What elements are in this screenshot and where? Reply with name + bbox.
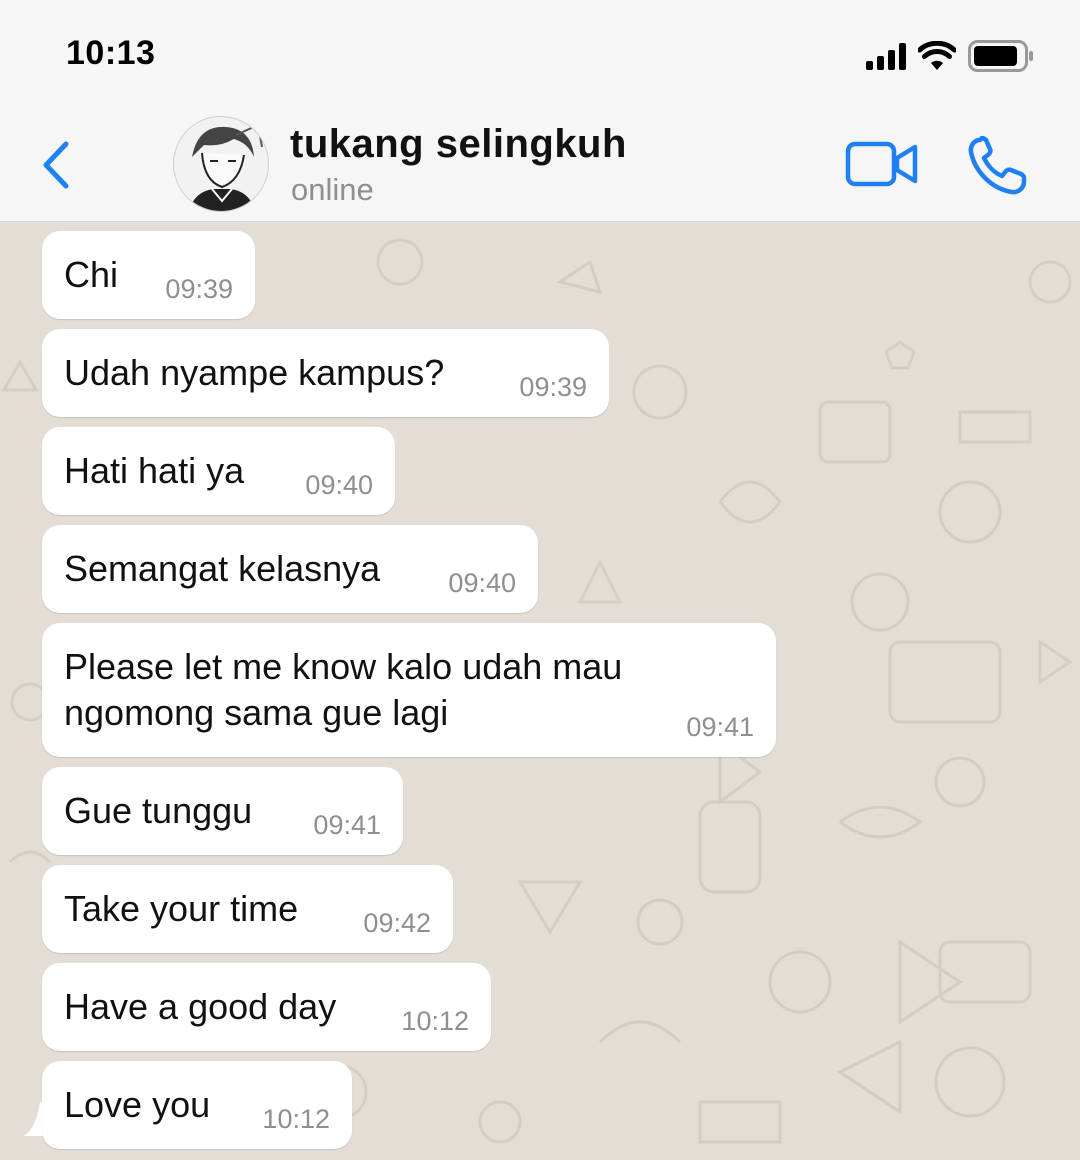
message-bubble[interactable]: Gue tunggu 09:41	[42, 767, 403, 855]
message-time: 09:41	[313, 810, 381, 840]
message-time: 10:12	[262, 1104, 330, 1134]
message-bubble[interactable]: Have a good day 10:12	[42, 963, 491, 1051]
wifi-icon	[918, 41, 956, 70]
message-time: 09:39	[165, 274, 233, 304]
message-bubble[interactable]: Semangat kelasnya 09:40	[42, 525, 538, 613]
message-bubble[interactable]: Hati hati ya 09:40	[42, 427, 395, 515]
message-text: Hati hati ya	[64, 450, 245, 491]
message-time: 09:40	[448, 568, 516, 598]
message-text: Take your time	[64, 888, 299, 929]
message-bubble[interactable]: Udah nyampe kampus? 09:39	[42, 329, 609, 417]
message-text: Have a good day	[64, 986, 337, 1027]
contact-name[interactable]: tukang selingkuh	[290, 122, 627, 167]
status-bar: 10:13	[0, 0, 1080, 100]
video-camera-icon[interactable]	[845, 140, 919, 188]
message-text: Chi	[64, 254, 119, 295]
message-time: 09:41	[686, 712, 754, 742]
message-time: 09:42	[363, 908, 431, 938]
message-time: 09:39	[519, 372, 587, 402]
message-text: Please let me know kalo udah mau	[64, 646, 623, 687]
avatar[interactable]	[173, 116, 269, 212]
message-time: 10:12	[401, 1006, 469, 1036]
status-time: 10:13	[66, 34, 156, 72]
cellular-signal-icon	[866, 42, 906, 70]
battery-icon	[968, 40, 1033, 72]
message-text: Gue tunggu	[64, 790, 253, 831]
message-text: Udah nyampe kampus?	[64, 352, 445, 393]
message-bubble[interactable]: Please let me know kalo udah mau ngomong…	[42, 623, 776, 757]
chat-header: tukang selingkuh online	[0, 100, 1080, 222]
message-text: Semangat kelasnya	[64, 548, 381, 589]
message-text-line2: ngomong sama gue lagi	[64, 692, 449, 733]
chevron-left-icon[interactable]	[36, 138, 76, 192]
message-bubble[interactable]: Love you 10:12	[42, 1061, 352, 1149]
message-bubble[interactable]: Take your time 09:42	[42, 865, 453, 953]
message-time: 09:40	[305, 470, 373, 500]
message-bubble[interactable]: Chi 09:39	[42, 231, 255, 319]
phone-icon[interactable]	[966, 136, 1028, 196]
contact-status: online	[291, 172, 374, 207]
status-icons	[866, 36, 1034, 76]
message-text: Love you	[64, 1084, 211, 1125]
